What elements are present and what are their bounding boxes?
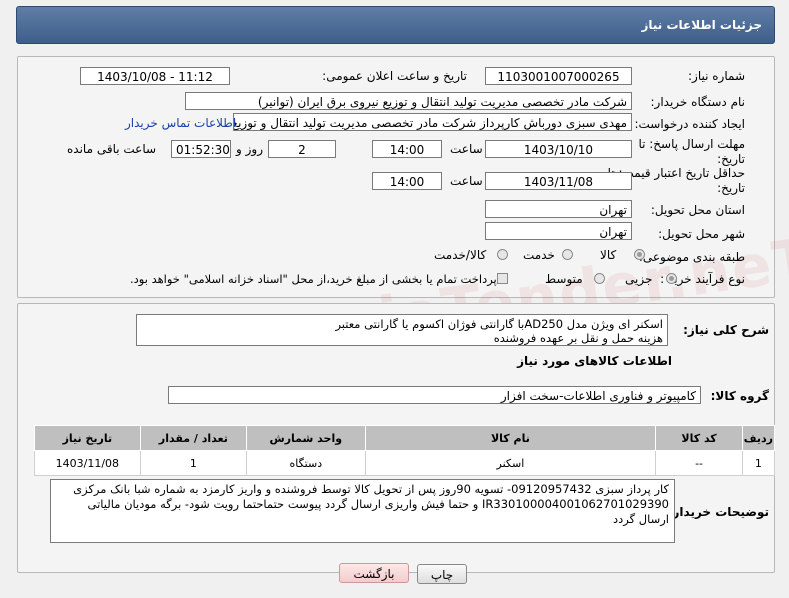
need-number-field: 1103001007000265 [485, 67, 632, 85]
creator-label: ایجاد کننده درخواست: [634, 117, 745, 131]
col-need-date: تاریخ نیاز [34, 425, 141, 451]
col-item-code: کد کالا [655, 425, 743, 451]
goods-group-label: گروه کالا: [710, 389, 769, 403]
need-number-label: شماره نیاز: [688, 69, 745, 83]
announce-label: تاریخ و ساعت اعلان عمومی: [322, 69, 467, 83]
description-line-1: اسکنر ای ویژن مدل AD250با گارانتی فوژان … [335, 317, 663, 331]
category-option-both: کالا/خدمت [434, 248, 487, 262]
page-title: جزئیات اطلاعات نیاز [641, 18, 762, 32]
cell-row-number: 1 [741, 450, 776, 476]
col-unit: واحد شمارش [246, 425, 366, 451]
remaining-label: ساعت باقی مانده [67, 142, 157, 156]
deadline-label: مهلت ارسال پاسخ: تا تاریخ: [638, 137, 745, 166]
deadline-date-field: 1403/10/10 [485, 140, 632, 158]
province-field: تهران [485, 200, 632, 218]
col-item-name: نام کالا [364, 425, 657, 451]
process-option-medium: متوسط [545, 272, 583, 286]
items-table-header: ردیف کد کالا نام کالا واحد شمارش تعداد /… [34, 425, 776, 451]
cell-unit: دستگاه [246, 450, 366, 476]
category-option-service: خدمت [523, 248, 555, 262]
table-row: 1 -- اسکنر دستگاه 1 1403/11/08 [34, 450, 776, 476]
back-button[interactable]: بازگشت [339, 563, 409, 583]
cell-item-name: اسکنر [364, 450, 657, 476]
description-label: شرح کلی نیاز: [683, 323, 769, 337]
col-row-number: ردیف [741, 425, 776, 451]
process-option-minor: جزیی [625, 272, 653, 286]
contact-info-link[interactable]: اطلاعات تماس خریدار [125, 116, 236, 130]
deadline-time-label: ساعت [450, 142, 483, 156]
col-quantity: تعداد / مقدار [139, 425, 248, 451]
treasury-payment-checkbox[interactable] [497, 273, 508, 284]
days-field: 2 [268, 140, 336, 158]
buyer-org-field: شرکت مادر تخصصی مدیریت تولید انتقال و تو… [185, 92, 632, 110]
validity-time-field: 14:00 [372, 172, 442, 190]
category-label: طبقه بندی موضوعی: [638, 250, 745, 264]
validity-date-field: 1403/11/08 [485, 172, 632, 190]
goods-group-field: کامپیوتر و فناوری اطلاعات-سخت افزار [168, 386, 701, 404]
category-radio-goods[interactable] [634, 249, 645, 260]
treasury-payment-note: پرداخت تمام یا بخشی از مبلغ خرید،از محل … [130, 272, 497, 286]
print-button[interactable]: چاپ [417, 564, 467, 584]
remaining-time-field: 01:52:30 [171, 140, 231, 158]
category-option-goods: کالا [600, 248, 617, 262]
items-table: ردیف کد کالا نام کالا واحد شمارش تعداد /… [34, 425, 776, 476]
process-radio-medium[interactable] [594, 273, 605, 284]
days-label: روز و [236, 142, 263, 156]
deadline-time-field: 14:00 [372, 140, 442, 158]
buyer-org-label: نام دستگاه خریدار: [650, 95, 746, 109]
city-label: شهر محل تحویل: [658, 227, 745, 241]
buyer-notes-label: توضیحات خریدار: [667, 505, 769, 519]
cell-item-code: -- [655, 450, 743, 476]
description-line-2: هزینه حمل و نقل بر عهده فروشنده [493, 331, 663, 345]
page-header: جزئیات اطلاعات نیاز [16, 6, 775, 44]
creator-field: مهدی سبزی دورباش کارپرداز شرکت مادر تخصص… [233, 113, 632, 131]
province-label: استان محل تحویل: [650, 203, 745, 217]
goods-section-title: اطلاعات کالاهای مورد نیاز [517, 354, 672, 368]
description-box: اسکنر ای ویژن مدل AD250با گارانتی فوژان … [136, 314, 668, 346]
cell-quantity: 1 [139, 450, 248, 476]
validity-time-label: ساعت [450, 174, 483, 188]
category-radio-service[interactable] [562, 249, 573, 260]
category-radio-both[interactable] [497, 249, 508, 260]
process-radio-minor[interactable] [666, 273, 677, 284]
city-field: تهران [485, 222, 632, 240]
announce-field: 1403/10/08 - 11:12 [80, 67, 230, 85]
cell-need-date: 1403/11/08 [34, 450, 141, 476]
buyer-notes-box: کار پرداز سبزی 09120957432- تسویه 90روز … [50, 479, 675, 543]
